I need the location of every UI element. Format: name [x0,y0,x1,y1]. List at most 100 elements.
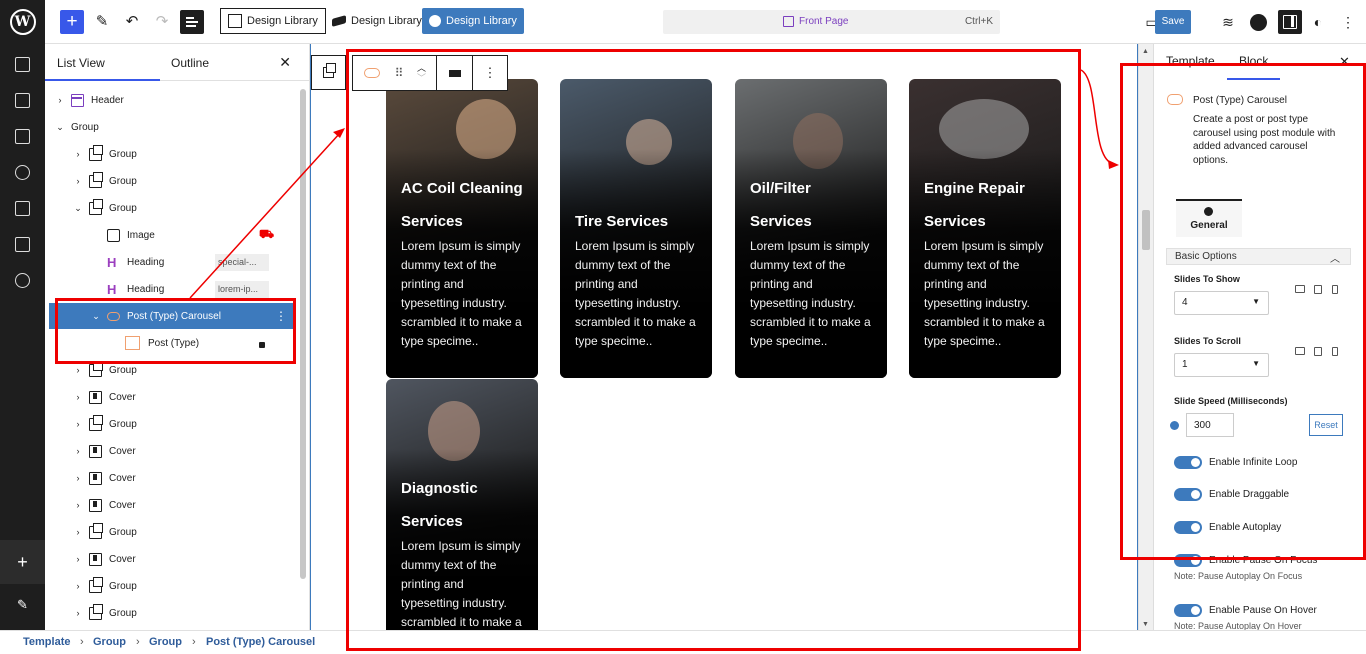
spectra-icon [429,15,441,27]
group-icon [89,144,103,161]
list-item-group[interactable]: › Group [49,168,295,194]
spectra-settings-icon[interactable] [1248,12,1268,32]
chevron-down-icon[interactable]: ⌄ [55,122,65,133]
breadcrumb-template[interactable]: Template [23,636,70,648]
design-library-button-3[interactable]: Design Library [422,8,524,34]
list-item-header[interactable]: › Header [49,87,295,113]
list-item-label: Group [109,148,137,160]
design-library-button-1[interactable]: Design Library [220,8,326,34]
group-icon [89,171,103,188]
list-item-image[interactable]: Image ⛟ [49,222,295,248]
tools-icon[interactable] [0,265,45,295]
design-library-label: Design Library [446,15,517,27]
list-item-group[interactable]: › Group [49,573,295,599]
list-item-group[interactable]: ⌄ Group [49,114,295,140]
command-palette-bar[interactable]: Front Page Ctrl+K [663,10,1000,34]
select-parent-button[interactable] [311,55,346,90]
anchor-tag: lorem-ip... [215,280,269,298]
stackable-icon [332,15,346,27]
pages-icon[interactable] [0,229,45,259]
patterns-icon[interactable] [0,49,45,79]
chevron-right-icon[interactable]: › [73,149,83,159]
save-button[interactable]: Save [1155,10,1191,34]
document-overview-button[interactable] [180,10,204,34]
navigation-icon[interactable] [0,193,45,223]
list-scrollbar[interactable] [300,89,306,579]
chevron-right-icon[interactable]: › [73,608,83,618]
list-item-group[interactable]: › Group [49,600,295,626]
list-item-label: Group [109,607,137,619]
options-menu-icon[interactable]: ⋮ [1338,12,1358,32]
chevron-right-icon[interactable]: › [73,365,83,375]
list-item-label: Group [109,202,137,214]
command-shortcut: Ctrl+K [964,16,993,27]
heading-icon: H [107,281,117,297]
wordpress-logo-icon[interactable]: W [0,0,45,44]
design-library-label: Design Library [351,15,422,27]
cover-icon [89,390,102,404]
list-item-label: Cover [109,499,136,511]
block-inserter-button[interactable]: + [60,10,84,34]
stackable-settings-icon[interactable]: ≋ [1218,12,1238,32]
styles-icon[interactable] [0,157,45,187]
toggle-label: Enable Pause On Hover [1209,605,1317,616]
chevron-right-icon[interactable]: › [73,419,83,429]
chevron-right-icon[interactable]: › [73,473,83,483]
chevron-right-icon[interactable]: › [73,581,83,591]
breadcrumb-group[interactable]: Group [149,636,182,648]
list-item-label: Header [91,94,124,106]
tab-list-view[interactable]: List View [45,56,160,81]
admin-sidebar: W + ✎ [0,0,45,654]
design-library-icon [228,14,242,28]
list-item-cover[interactable]: › Cover [49,438,295,464]
chevron-right-icon[interactable]: › [55,95,65,105]
media-icon[interactable] [0,121,45,151]
chevron-right-icon[interactable]: › [73,446,83,456]
chevron-right-icon[interactable]: › [73,392,83,402]
chevron-right-icon[interactable]: › [73,176,83,186]
settings-sidebar-button[interactable] [1278,10,1302,34]
list-item-label: Group [109,580,137,592]
list-item-label: Cover [109,445,136,457]
chevron-down-icon[interactable]: ⌄ [73,203,83,214]
close-icon[interactable]: ✕ [279,54,291,71]
styles-contrast-icon[interactable]: ◐ [1308,12,1328,32]
list-item-cover[interactable]: › Cover [49,384,295,410]
list-item-heading[interactable]: H Heading special-... [49,249,295,275]
list-item-group[interactable]: ⌄ Group [49,195,295,221]
pencil-tool-icon[interactable]: ✎ [92,12,112,30]
highlight-box-canvas [346,49,1081,651]
list-item-label: Heading [127,283,165,295]
chevron-right-icon[interactable]: › [73,500,83,510]
list-item-cover[interactable]: › Cover [49,492,295,518]
design-library-button-2[interactable]: Design Library [325,8,429,34]
list-item-label: Group [109,175,137,187]
header-template-icon[interactable] [0,85,45,115]
list-item-cover[interactable]: › Cover [49,546,295,572]
breadcrumb-separator: › [80,636,84,648]
list-item-group[interactable]: › Group [49,141,295,167]
command-title: Front Page [799,16,849,27]
toggle-note: Note: Pause Autoplay On Hover [1174,621,1302,630]
chevron-right-icon[interactable]: › [73,527,83,537]
toggle-switch[interactable] [1174,604,1202,617]
list-item-label: Group [71,121,99,133]
undo-icon[interactable]: ↶ [122,12,142,30]
tab-outline[interactable]: Outline [171,56,209,70]
page-icon [783,16,794,27]
list-item-group[interactable]: › Group [49,519,295,545]
cover-icon [89,552,102,566]
add-icon[interactable]: + [0,540,45,584]
group-icon [89,603,103,620]
edit-icon[interactable]: ✎ [0,590,45,620]
heading-icon: H [107,254,117,270]
group-icon [89,522,103,539]
redo-icon[interactable]: ↷ [152,12,172,30]
image-icon [107,228,120,242]
toggle-note: Note: Pause Autoplay On Focus [1174,571,1303,581]
list-item-group[interactable]: › Group [49,411,295,437]
breadcrumb-group[interactable]: Group [93,636,126,648]
list-item-cover[interactable]: › Cover [49,465,295,491]
list-item-label: Group [109,418,137,430]
chevron-right-icon[interactable]: › [73,554,83,564]
